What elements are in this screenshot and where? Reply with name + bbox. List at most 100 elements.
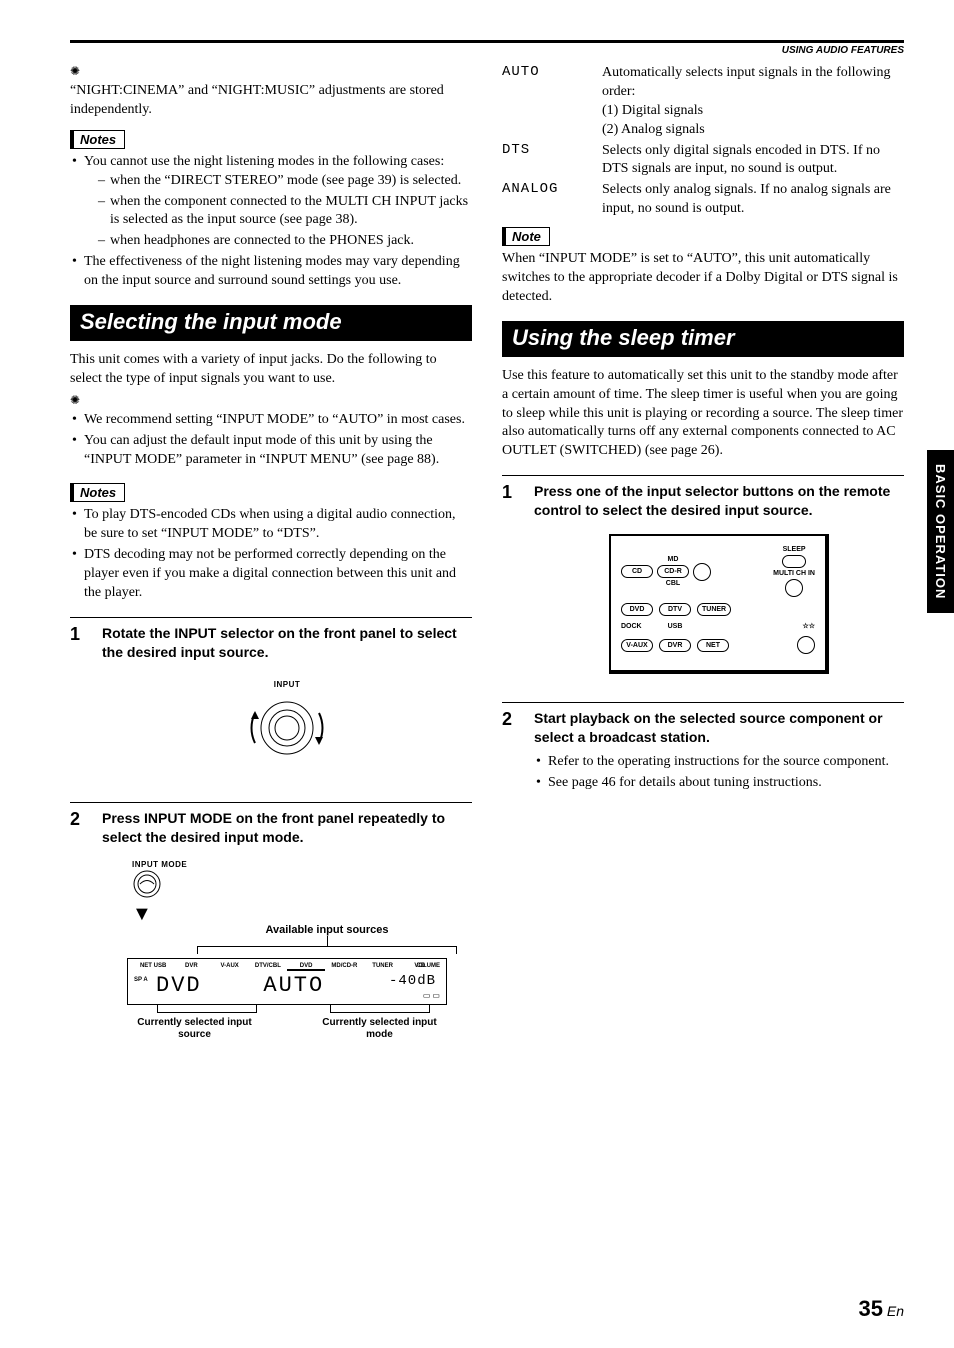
remote-label-title: ☆☆: [802, 622, 815, 630]
note-text: When “INPUT MODE” is set to “AUTO”, this…: [502, 250, 904, 307]
notes-list-2: To play DTS-encoded CDs when using a dig…: [70, 506, 472, 602]
available-sources-label: Available input sources: [182, 924, 472, 936]
step-bullet: Refer to the operating instructions for …: [534, 753, 904, 772]
side-tab-basic-operation: BASIC OPERATION: [927, 450, 954, 613]
panel-src: NET USB: [134, 963, 172, 971]
front-panel-display: NET USB DVR V-AUX DTV/CBL DVD MD/CD-R TU…: [127, 958, 447, 1005]
step-number: 2: [502, 709, 520, 801]
mode-row-analog: ANALOG Selects only analog signals. If n…: [502, 181, 904, 219]
top-rule: [70, 40, 904, 43]
arrow-down-icon: ▼: [132, 904, 472, 924]
mode-row-auto: AUTO Automatically selects input signals…: [502, 64, 904, 140]
pcm-icons: ▭ ▭: [423, 991, 440, 1000]
note-item: DTS decoding may not be performed correc…: [70, 546, 472, 603]
remote-label-dock: DOCK: [621, 623, 653, 630]
caption-current-mode: Currently selected input mode: [310, 1017, 450, 1041]
step-number: 1: [502, 482, 520, 688]
panel-src: DTV/CBL: [249, 963, 287, 971]
mode-row-dts: DTS Selects only digital signals encoded…: [502, 142, 904, 180]
note-item: To play DTS-encoded CDs when using a dig…: [70, 506, 472, 544]
remote-label-sleep: SLEEP: [783, 546, 806, 553]
sp-label: SP A: [134, 977, 148, 983]
panel-src-selected: DVD: [287, 963, 325, 971]
step-title: Press one of the input selector buttons …: [534, 482, 904, 520]
note-text: You cannot use the night listening modes…: [84, 154, 444, 169]
button-label: INPUT MODE: [132, 860, 472, 869]
note-subitem: when the component connected to the MULT…: [98, 193, 472, 231]
note-label: Note: [502, 227, 550, 246]
section-heading-input-mode: Selecting the input mode: [70, 305, 472, 341]
note-subitem: when headphones are connected to the PHO…: [98, 232, 472, 251]
panel-src: MD/CD-R: [325, 963, 363, 971]
mode-key: ANALOG: [502, 181, 582, 219]
panel-src: DVR: [172, 963, 210, 971]
notes-label: Notes: [70, 483, 125, 502]
connector-line: [327, 936, 328, 946]
remote-btn-vaux: V-AUX: [621, 639, 653, 652]
caption-row: Currently selected input source Currentl…: [102, 1017, 472, 1041]
section-heading-sleep-timer: Using the sleep timer: [502, 321, 904, 357]
step-title: Start playback on the selected source co…: [534, 709, 904, 747]
display-source-value: DVD: [156, 973, 202, 998]
intro-paragraph: Use this feature to automatically set th…: [502, 367, 904, 461]
step-number: 1: [70, 624, 88, 788]
step-title: Rotate the INPUT selector on the front p…: [102, 624, 472, 662]
page-number-suffix: En: [887, 1303, 904, 1319]
panel-source-row: NET USB DVR V-AUX DTV/CBL DVD MD/CD-R TU…: [134, 963, 440, 971]
remote-btn-cd: CD: [621, 565, 653, 578]
note-item: You cannot use the night listening modes…: [70, 153, 472, 251]
right-column: AUTO Automatically selects input signals…: [502, 64, 904, 1041]
remote-label-multi: MULTI CH IN: [773, 570, 815, 577]
step-bullets: Refer to the operating instructions for …: [534, 753, 904, 793]
display-volume-value: -40dB: [389, 973, 436, 989]
remote-btn-dtv: DTV: [659, 603, 691, 616]
notes-list-1: You cannot use the night listening modes…: [70, 153, 472, 291]
two-column-layout: “NIGHT:CINEMA” and “NIGHT:MUSIC” adjustm…: [70, 64, 904, 1041]
remote-btn-cdr: CD-R: [657, 565, 689, 578]
remote-btn-tuner: TUNER: [697, 603, 731, 616]
input-dial-figure: INPUT: [102, 680, 472, 768]
volume-label: VOLUME: [414, 963, 440, 969]
note-sublist: when the “DIRECT STEREO” mode (see page …: [84, 172, 472, 252]
tip-item: We recommend setting “INPUT MODE” to “AU…: [70, 411, 472, 430]
page-number-value: 35: [859, 1296, 883, 1321]
mode-desc: Selects only digital signals encoded in …: [602, 142, 904, 180]
page-number: 35 En: [859, 1296, 905, 1322]
remote-label-cbl: CBL: [666, 580, 680, 587]
step-1: 1 Rotate the INPUT selector on the front…: [70, 617, 472, 788]
remote-btn-net: NET: [697, 639, 729, 652]
remote-btn-sleep: [782, 555, 806, 568]
tip-text: “NIGHT:CINEMA” and “NIGHT:MUSIC” adjustm…: [70, 82, 472, 120]
notes-label: Notes: [70, 130, 125, 149]
panel-src: TUNER: [364, 963, 402, 971]
left-column: “NIGHT:CINEMA” and “NIGHT:MUSIC” adjustm…: [70, 64, 472, 1041]
tip-icon: [70, 393, 472, 409]
mode-key: DTS: [502, 142, 582, 180]
step-bullet: See page 46 for details about tuning ins…: [534, 774, 904, 793]
dial-icon: [245, 693, 329, 763]
input-mode-figure: INPUT MODE ▼ Available input sources: [102, 860, 472, 1041]
panel-src: V-AUX: [211, 963, 249, 971]
mode-desc: Automatically selects input signals in t…: [602, 64, 904, 140]
mode-desc: Selects only analog signals. If no analo…: [602, 181, 904, 219]
round-button-icon: [132, 869, 162, 899]
remote-btn-round: [693, 563, 711, 581]
note-item: The effectiveness of the night listening…: [70, 253, 472, 291]
remote-btn-dvr: DVR: [659, 639, 691, 652]
header-section-label: USING AUDIO FEATURES: [70, 45, 904, 56]
note-subitem: when the “DIRECT STEREO” mode (see page …: [98, 172, 472, 191]
bracket-bottom: [157, 1005, 257, 1013]
step-title: Press INPUT MODE on the front panel repe…: [102, 809, 472, 847]
step-1: 1 Press one of the input selector button…: [502, 475, 904, 688]
mode-key: AUTO: [502, 64, 582, 140]
remote-label-usb: USB: [659, 623, 691, 630]
input-mode-table: AUTO Automatically selects input signals…: [502, 64, 904, 219]
remote-btn-multi: [785, 579, 803, 597]
dial-label: INPUT: [102, 680, 472, 689]
caption-current-source: Currently selected input source: [125, 1017, 265, 1041]
bracket-bottom: [330, 1005, 430, 1013]
step-2: 2 Start playback on the selected source …: [502, 702, 904, 801]
tips-list: We recommend setting “INPUT MODE” to “AU…: [70, 411, 472, 470]
remote-btn-dvd: DVD: [621, 603, 653, 616]
step-number: 2: [70, 809, 88, 1042]
